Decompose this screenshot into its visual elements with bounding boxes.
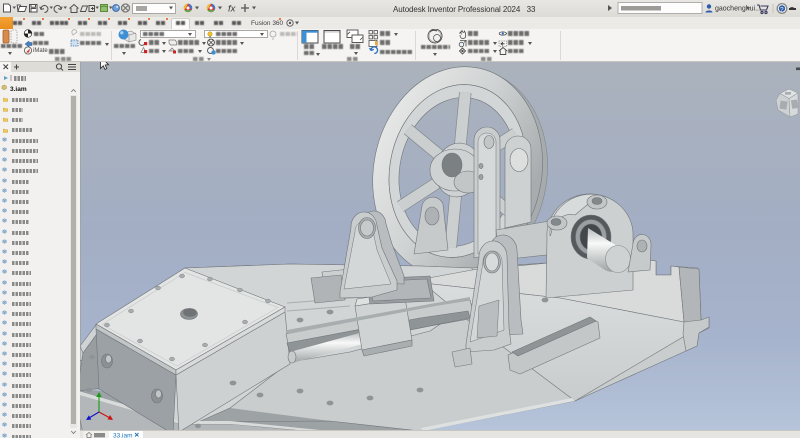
- svg-text:fx: fx: [228, 4, 237, 15]
- svg-text:?: ?: [780, 7, 784, 14]
- svg-text:gaochenghui...: gaochenghui...: [715, 6, 761, 13]
- svg-text:33.iam: 33.iam: [113, 433, 133, 438]
